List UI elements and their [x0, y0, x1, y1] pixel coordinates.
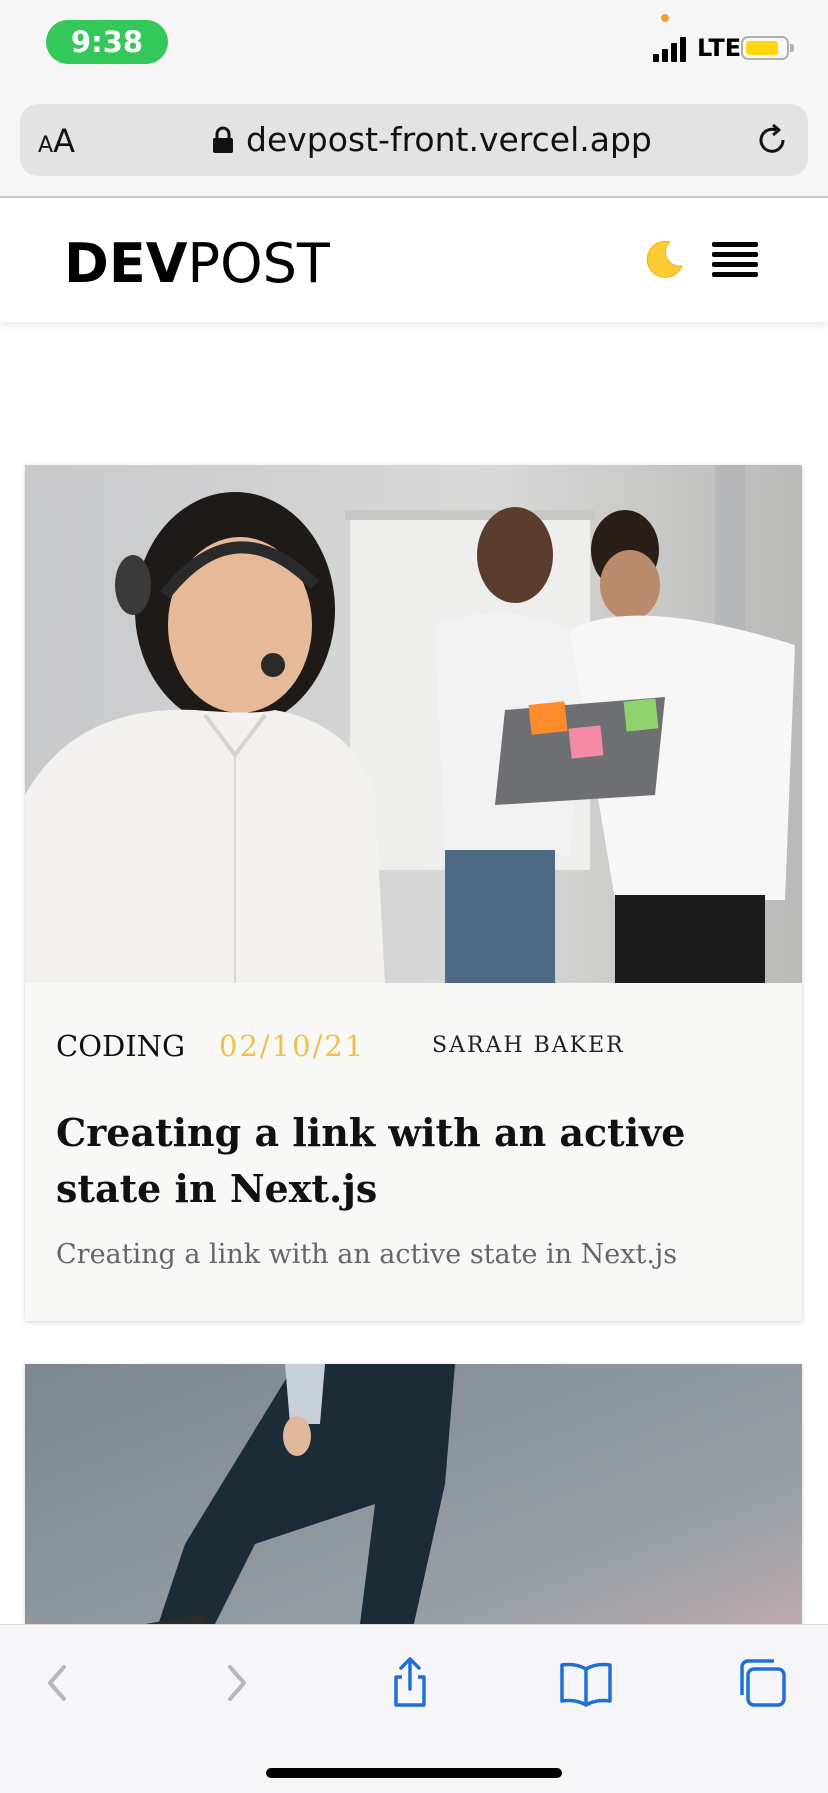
- reload-icon[interactable]: [754, 122, 790, 158]
- browser-toolbar: [0, 1624, 828, 1793]
- cellular-signal-icon: [653, 36, 691, 62]
- post-category[interactable]: CODING: [56, 1029, 185, 1063]
- lock-icon: [213, 126, 233, 153]
- post-card-2-image[interactable]: [25, 1364, 802, 1664]
- post-title[interactable]: Creating a link with an active state in …: [56, 1105, 786, 1217]
- post-excerpt: Creating a link with an active state in …: [56, 1239, 678, 1270]
- address-bar[interactable]: AA devpost-front.vercel.app: [20, 104, 808, 176]
- browser-address-area: AA devpost-front.vercel.app: [0, 100, 828, 198]
- url-text[interactable]: devpost-front.vercel.app: [246, 120, 652, 159]
- home-indicator: [266, 1768, 562, 1778]
- network-type: LTE: [697, 34, 742, 62]
- status-bar: 9:38 LTE: [0, 0, 828, 100]
- post-image[interactable]: [25, 465, 802, 983]
- post-author[interactable]: SARAH BAKER: [432, 1033, 625, 1058]
- moon-icon[interactable]: [640, 238, 684, 293]
- tabs-icon[interactable]: [734, 1655, 790, 1711]
- post-card[interactable]: CODING 02/10/21 SARAH BAKER Creating a l…: [25, 465, 802, 1321]
- logo-bold-part: DEV: [64, 232, 188, 295]
- menu-icon[interactable]: [712, 242, 758, 278]
- text-size-button[interactable]: AA: [38, 122, 75, 160]
- status-time: 9:38: [46, 20, 168, 64]
- site-logo[interactable]: DEVPOST: [64, 232, 330, 295]
- back-icon[interactable]: [30, 1655, 86, 1711]
- share-icon[interactable]: [382, 1655, 438, 1711]
- logo-light-part: POST: [187, 232, 330, 295]
- battery-icon: [741, 36, 794, 60]
- privacy-indicator-dot: [661, 14, 669, 22]
- site-header: DEVPOST: [0, 198, 828, 322]
- forward-icon[interactable]: [208, 1655, 264, 1711]
- bookmarks-icon[interactable]: [558, 1655, 614, 1711]
- post-date: 02/10/21: [219, 1029, 366, 1063]
